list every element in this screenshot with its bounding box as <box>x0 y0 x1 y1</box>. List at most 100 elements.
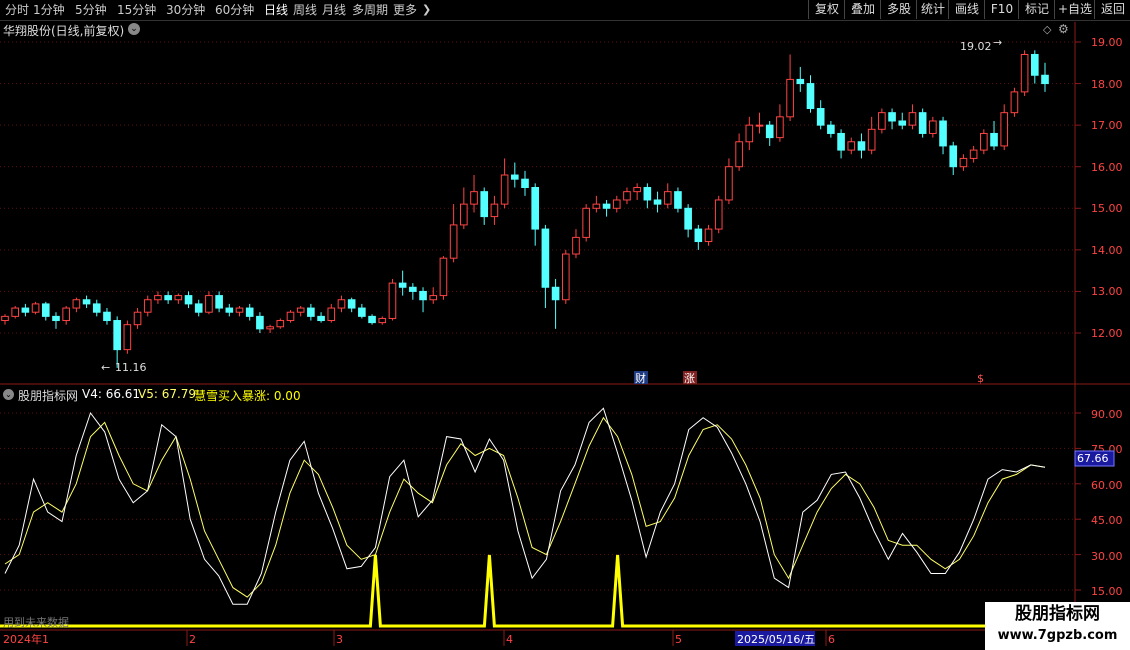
candle-down <box>551 286 560 301</box>
event-marker-dividend[interactable]: $ <box>977 372 984 385</box>
candle-up <box>460 203 468 226</box>
event-marker-finance[interactable]: 财 <box>635 371 646 385</box>
chevron-down-icon[interactable]: ⌄ <box>3 389 14 400</box>
event-marker-limitup[interactable]: 涨 <box>684 372 695 385</box>
candle-up <box>980 132 988 151</box>
candle-down <box>806 83 815 110</box>
low-marker-arrow: ← <box>101 361 110 374</box>
candle-down <box>419 290 427 301</box>
candle-down <box>92 303 101 313</box>
candle-down <box>307 307 315 317</box>
candle-up <box>908 112 917 126</box>
cursor-date-label: 2025/05/16/五 <box>737 633 815 646</box>
future-data-note: 用到未来数据 <box>3 616 69 629</box>
candle-down <box>643 187 652 201</box>
date-label: 2024年1 <box>3 632 49 646</box>
candle-down <box>409 286 417 292</box>
candle-down <box>796 78 805 85</box>
indicator-tick: 60.00 <box>1091 479 1123 492</box>
watermark-url: www.7gpzb.com <box>997 628 1118 643</box>
signal-label: 慧雪买入暴涨: 0.00 <box>194 389 301 403</box>
price-tick: 14.00 <box>1091 244 1123 257</box>
price-tick: 18.00 <box>1091 78 1123 91</box>
v4-label: V4: 66.61 <box>82 387 141 401</box>
v4-line <box>4 407 1046 605</box>
candle-up <box>1020 53 1029 93</box>
candle-down <box>245 307 254 317</box>
candle-down <box>694 228 703 243</box>
candle-up <box>31 303 40 313</box>
price-tick: 13.00 <box>1091 285 1123 298</box>
price-tick: 16.00 <box>1091 161 1123 174</box>
candle-up <box>327 307 336 322</box>
indicator-name[interactable]: 股朋指标网 <box>18 387 78 404</box>
v5-line <box>4 416 1046 598</box>
candlestick-series <box>1 50 1049 368</box>
candle-down <box>898 120 907 126</box>
candle-down <box>765 124 774 139</box>
price-axis: 19.00 18.00 17.00 16.00 15.00 14.00 13.0… <box>1074 36 1123 598</box>
price-tick: 12.00 <box>1091 327 1123 340</box>
candle-up <box>969 149 978 159</box>
current-value-label: 67.66 <box>1077 452 1109 465</box>
candle-down <box>918 112 927 134</box>
candle-down <box>653 199 662 205</box>
candle-up <box>663 191 672 205</box>
price-grid <box>0 22 1130 650</box>
candle-up <box>776 116 784 139</box>
candle-up <box>500 174 509 205</box>
candle-down <box>1030 53 1039 76</box>
candle-down <box>816 108 825 126</box>
date-label: 5 <box>675 633 682 646</box>
candle-down <box>990 132 998 147</box>
candle-down <box>21 307 30 313</box>
candle-down <box>602 203 611 209</box>
indicator-tick: 45.00 <box>1091 514 1123 527</box>
indicator-tick: 30.00 <box>1091 550 1123 563</box>
candle-up <box>867 128 876 151</box>
candle-down <box>317 315 325 322</box>
candle-up <box>755 124 764 127</box>
candle-up <box>143 299 152 313</box>
candle-down <box>837 132 845 151</box>
candle-up <box>235 307 244 313</box>
candle-down <box>225 307 234 313</box>
high-marker-arrow: → <box>993 36 1002 49</box>
candle-up <box>612 199 621 209</box>
high-marker: 19.02 <box>960 40 992 53</box>
candle-up <box>1000 112 1009 147</box>
price-tick: 19.00 <box>1091 36 1123 49</box>
candle-up <box>449 224 458 259</box>
date-label: 6 <box>828 633 835 646</box>
candle-up <box>582 207 590 238</box>
low-marker: 11.16 <box>115 361 147 374</box>
candle-up <box>847 141 856 151</box>
candle-down <box>82 299 91 305</box>
candle-up <box>266 326 274 330</box>
date-label: 2 <box>189 633 196 646</box>
candle-down <box>184 295 193 305</box>
candle-down <box>949 145 958 168</box>
candle-up <box>296 307 305 313</box>
candle-down <box>510 174 519 180</box>
v5-label: V5: 67.79 <box>138 387 197 401</box>
candle-down <box>521 178 529 188</box>
candle-up <box>439 257 448 297</box>
candle-down <box>347 299 356 309</box>
candle-down <box>480 191 489 218</box>
candle-up <box>959 157 968 168</box>
candle-up <box>1010 91 1019 114</box>
candle-up <box>786 78 794 118</box>
candle-up <box>490 203 499 218</box>
chart-canvas[interactable]: 19.00 18.00 17.00 16.00 15.00 14.00 13.0… <box>0 0 1130 650</box>
candle-down <box>531 187 540 230</box>
candle-up <box>561 253 570 301</box>
candle-down <box>1041 74 1049 85</box>
indicator-tick: 90.00 <box>1091 408 1123 421</box>
date-label: 4 <box>506 633 513 646</box>
candle-up <box>276 320 285 328</box>
candle-down <box>215 295 223 309</box>
candle-down <box>368 315 376 324</box>
candle-up <box>929 120 937 134</box>
candle-up <box>735 141 743 168</box>
